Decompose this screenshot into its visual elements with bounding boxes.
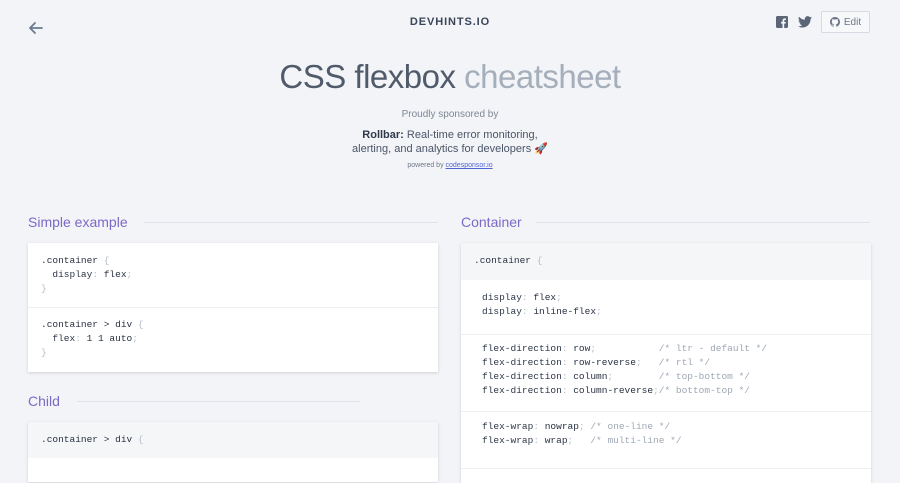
sponsor-ad[interactable]: Rollbar: Real-time error monitoring, ale… [0,128,900,156]
code-block: .container > div { flex: 1 1 auto; } [28,308,438,372]
title-main: CSS flexbox [279,58,456,95]
code-block-display: display: flex; display: inline-flex; [461,280,871,334]
code-snippet-display: display: flex; display: inline-flex; [482,292,602,317]
code-card-simple-example: .container { display: flex; } .container… [28,243,438,372]
code-card-child: .container > div { [28,422,438,482]
section-divider [144,222,438,223]
sponsor-line2[interactable]: alerting, and analytics for developers 🚀 [0,142,900,156]
page-title: CSS flexbox cheatsheet [0,58,900,96]
code-header: .container { [461,243,871,280]
section-title-simple-example: Simple example [28,214,128,230]
code-snippet-child-selector: .container > div { [41,434,144,445]
twitter-icon[interactable] [798,16,812,28]
github-icon [829,17,840,27]
code-snippet-flex-direction: flex-direction: row; /* ltr - default */… [482,343,768,396]
code-block: .container { display: flex; } [28,243,438,307]
code-block-direction: flex-direction: row; /* ltr - default */… [461,335,871,411]
code-block-wrap: flex-wrap: nowrap; /* one-line */ flex-w… [461,412,871,468]
code-snippet-container-selector: .container { [474,255,543,266]
section-divider [536,222,870,223]
code-snippet-container: .container { display: flex; } [41,255,133,294]
powered-prefix: powered by [407,162,446,169]
powered-by: powered by codesponsor.io [0,162,900,169]
sponsor-line1[interactable]: Real-time error monitoring, [404,129,538,141]
title-light: cheatsheet [464,58,621,95]
code-snippet-child: .container > div { flex: 1 1 auto; } [41,319,144,358]
code-snippet-flex-wrap: flex-wrap: nowrap; /* one-line */ flex-w… [482,421,682,446]
edit-button[interactable]: Edit [821,11,870,33]
code-card-container: .container { display: flex; display: inl… [461,243,871,483]
section-divider [77,401,360,402]
facebook-icon[interactable] [776,16,788,28]
sponsor-name[interactable]: Rollbar: [362,129,404,141]
code-header: .container > div { [28,422,438,458]
sponsor-label: Proudly sponsored by [401,109,499,120]
section-title-container: Container [461,214,522,230]
section-title-child: Child [28,393,60,409]
code-divider [461,468,871,469]
site-brand[interactable]: DEVHINTS.IO [0,16,900,28]
codesponsor-link[interactable]: codesponsor.io [446,162,493,169]
edit-label: Edit [843,16,862,28]
